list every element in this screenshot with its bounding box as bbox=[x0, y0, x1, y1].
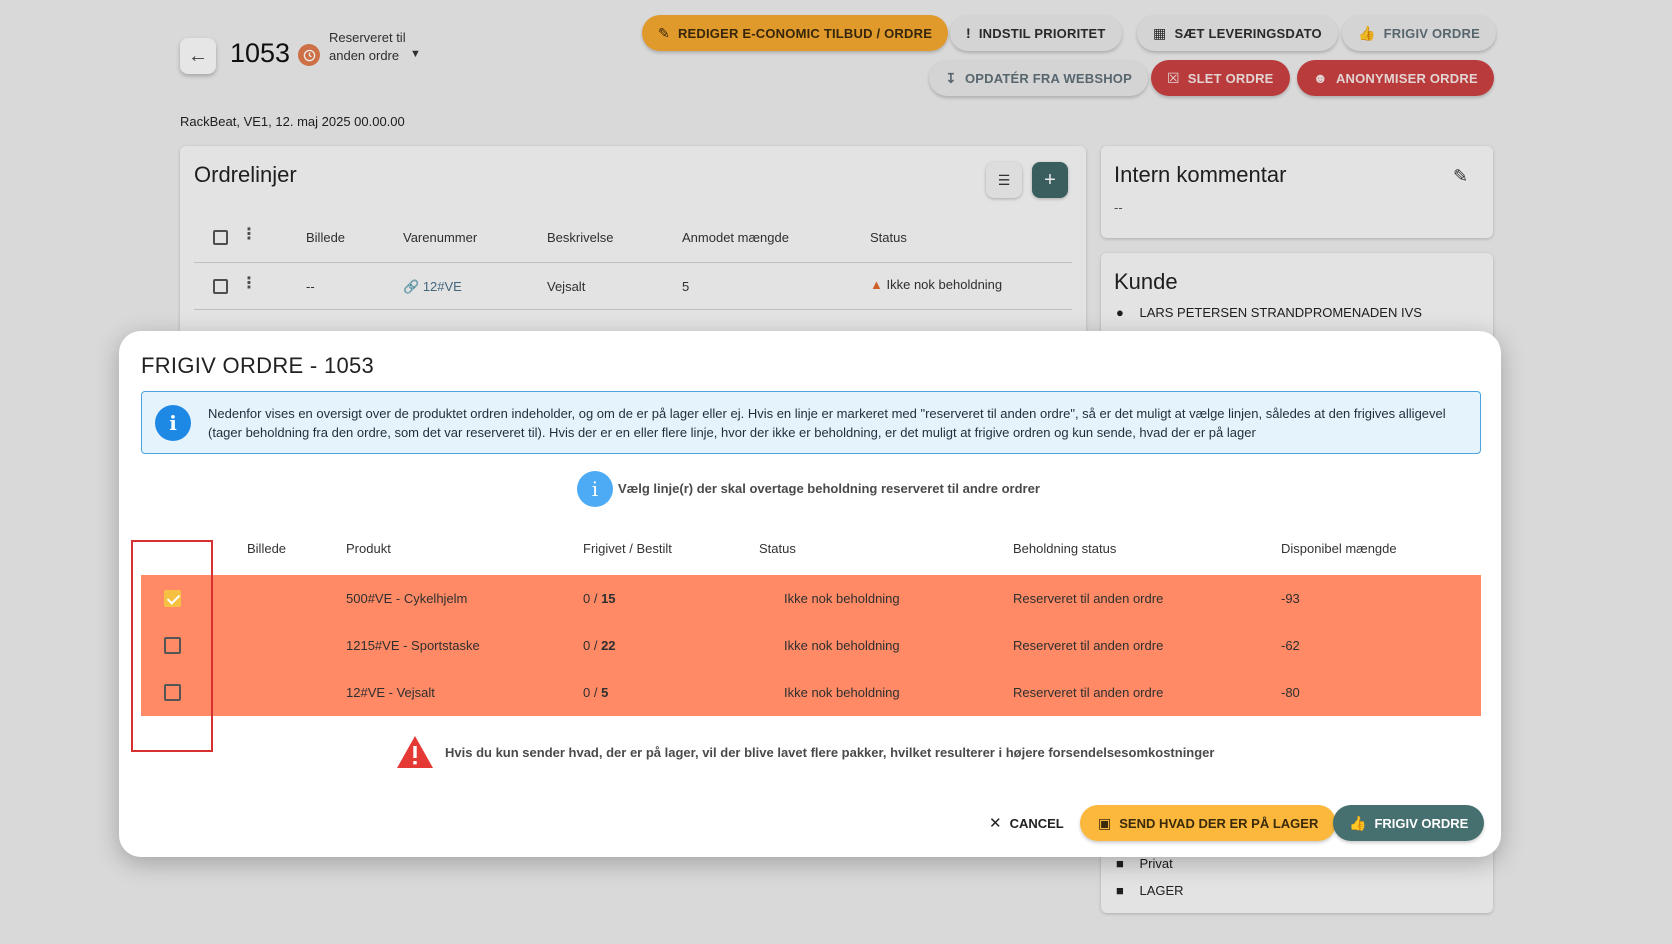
row-checkbox[interactable] bbox=[164, 590, 181, 607]
row-status: Ikke nok beholdning bbox=[784, 638, 900, 653]
row-stock-status: Reserveret til anden ordre bbox=[1013, 685, 1164, 700]
release-order-dialog: FRIGIV ORDRE - 1053 i Nedenfor vises en … bbox=[119, 331, 1501, 857]
header-status: Status bbox=[759, 541, 796, 556]
header-image: Billede bbox=[247, 541, 287, 556]
info-icon: i bbox=[155, 405, 191, 441]
close-icon: ✕ bbox=[989, 815, 1002, 832]
release-order-button[interactable]: 👍 FRIGIV ORDRE bbox=[1333, 805, 1485, 841]
row-status: Ikke nok beholdning bbox=[784, 591, 900, 606]
hint-text: Vælg linje(r) der skal overtage beholdni… bbox=[618, 481, 1040, 496]
row-product: 12#VE - Vejsalt bbox=[346, 685, 435, 700]
header-available: Disponibel mængde bbox=[1281, 541, 1397, 556]
table-row[interactable]: 1215#VE - Sportstaske 0 / 22 Ikke nok be… bbox=[141, 622, 1481, 669]
info-icon: i bbox=[577, 471, 613, 507]
row-released-ordered: 0 / 5 bbox=[583, 685, 609, 700]
row-product: 500#VE - Cykelhjelm bbox=[346, 591, 468, 606]
row-checkbox[interactable] bbox=[164, 637, 181, 654]
row-available: -62 bbox=[1281, 638, 1300, 653]
warning-text: Hvis du kun sender hvad, der er på lager… bbox=[445, 745, 1215, 760]
row-available: -80 bbox=[1281, 685, 1300, 700]
header-product: Produkt bbox=[346, 541, 391, 556]
warning-icon bbox=[397, 736, 433, 768]
row-checkbox[interactable] bbox=[164, 684, 181, 701]
row-stock-status: Reserveret til anden ordre bbox=[1013, 638, 1164, 653]
row-available: -93 bbox=[1281, 591, 1300, 606]
header-released-ordered: Frigivet / Bestilt bbox=[583, 541, 672, 556]
thumb-up-icon: 👍 bbox=[1349, 814, 1367, 831]
row-status: Ikke nok beholdning bbox=[784, 685, 900, 700]
selection-hint: i Vælg linje(r) der skal overtage behold… bbox=[119, 471, 1501, 507]
archive-icon: ▣ bbox=[1098, 814, 1112, 831]
table-row[interactable]: 500#VE - Cykelhjelm 0 / 15 Ikke nok beho… bbox=[141, 575, 1481, 622]
row-product: 1215#VE - Sportstaske bbox=[346, 638, 480, 653]
row-released-ordered: 0 / 22 bbox=[583, 638, 616, 653]
info-text: Nedenfor vises en oversigt over de produ… bbox=[208, 406, 1446, 440]
cancel-button[interactable]: ✕ CANCEL bbox=[979, 805, 1074, 841]
row-stock-status: Reserveret til anden ordre bbox=[1013, 591, 1164, 606]
header-stock-status: Beholdning status bbox=[1013, 541, 1117, 556]
row-released-ordered: 0 / 15 bbox=[583, 591, 616, 606]
dialog-title: FRIGIV ORDRE - 1053 bbox=[141, 353, 375, 378]
table-row[interactable]: 12#VE - Vejsalt 0 / 5 Ikke nok beholdnin… bbox=[141, 669, 1481, 716]
send-in-stock-button[interactable]: ▣ SEND HVAD DER ER PÅ LAGER bbox=[1080, 805, 1337, 841]
info-alert: i Nedenfor vises en oversigt over de pro… bbox=[141, 391, 1481, 454]
